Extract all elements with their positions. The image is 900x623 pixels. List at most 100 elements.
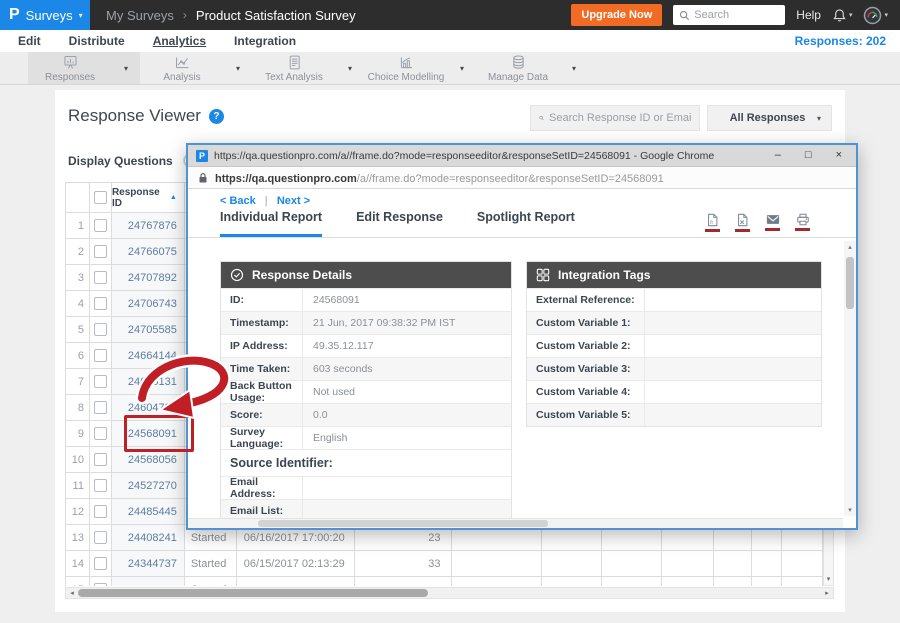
scroll-down-arrow-icon[interactable]: ▾ <box>844 506 856 514</box>
global-search-input[interactable] <box>694 9 774 21</box>
row-checkbox[interactable] <box>94 323 107 336</box>
scroll-down-arrow-icon[interactable]: ▾ <box>824 575 833 583</box>
tab-individual-report[interactable]: Individual Report <box>220 209 322 237</box>
table-horizontal-scrollbar[interactable]: ◂ ▸ <box>65 587 834 599</box>
status-cell: Started <box>185 551 237 577</box>
integration-tags-panel: Integration Tags External Reference:Cust… <box>526 261 822 427</box>
row-checkbox[interactable] <box>94 531 107 544</box>
row-checkbox[interactable] <box>94 583 107 586</box>
scroll-up-arrow-icon[interactable]: ▴ <box>844 243 856 251</box>
toolbar-responses-button[interactable]: Responses <box>28 52 112 84</box>
row-number: 12 <box>66 499 90 525</box>
popup-horizontal-scrollbar[interactable] <box>188 518 843 528</box>
toolbar-label: Choice Modelling <box>368 72 445 83</box>
minimize-button[interactable]: – <box>775 150 781 161</box>
row-number: 9 <box>66 421 90 447</box>
tab-edit-response[interactable]: Edit Response <box>356 209 443 237</box>
row-checkbox[interactable] <box>94 245 107 258</box>
menu-item-integration[interactable]: Integration <box>234 34 296 48</box>
response-id-link[interactable]: 24408241 <box>112 525 185 551</box>
toolbar-text-analysis-dropdown[interactable]: ▾ <box>336 52 364 84</box>
toolbar-choice-modelling-dropdown[interactable]: ▾ <box>448 52 476 84</box>
toolbar-responses-dropdown[interactable]: ▾ <box>112 52 140 84</box>
response-id-link[interactable]: 24485445 <box>112 499 185 525</box>
global-search[interactable] <box>673 5 785 25</box>
breadcrumb-parent[interactable]: My Surveys <box>106 8 174 23</box>
row-checkbox[interactable] <box>94 427 107 440</box>
menu-item-edit[interactable]: Edit <box>18 34 41 48</box>
row-checkbox[interactable] <box>94 453 107 466</box>
email-report-button[interactable] <box>765 213 780 232</box>
empty-cell <box>662 577 714 586</box>
response-search[interactable] <box>530 105 700 131</box>
menu-item-analytics[interactable]: Analytics <box>153 34 206 48</box>
address-bar[interactable]: https://qa.questionpro.com/a//frame.do?m… <box>188 167 856 189</box>
help-link[interactable]: Help <box>796 8 821 22</box>
account-menu-button[interactable]: ▾ <box>863 6 888 25</box>
select-all-checkbox[interactable] <box>94 191 107 204</box>
toolbar-unit-choice-modelling: Choice Modelling ▾ <box>364 52 476 84</box>
next-link[interactable]: Next > <box>277 195 310 207</box>
row-checkbox[interactable] <box>94 297 107 310</box>
toolbar-text-analysis-button[interactable]: Text Analysis <box>252 52 336 84</box>
detail-value <box>645 312 821 334</box>
row-checkbox[interactable] <box>94 219 107 232</box>
response-id-link[interactable]: 24706743 <box>112 291 185 317</box>
menu-item-distribute[interactable]: Distribute <box>69 34 125 48</box>
row-checkbox[interactable] <box>94 375 107 388</box>
row-checkbox[interactable] <box>94 401 107 414</box>
response-id-link[interactable]: 24527270 <box>112 473 185 499</box>
popup-vertical-scrollbar[interactable]: ▴ ▾ <box>844 241 856 516</box>
close-button[interactable]: × <box>836 150 842 161</box>
toolbar-analysis-dropdown[interactable]: ▾ <box>224 52 252 84</box>
page-title: Response Viewer <box>68 106 201 126</box>
upgrade-now-button[interactable]: Upgrade Now <box>571 4 662 26</box>
export-pdf-button[interactable]: a <box>705 213 720 232</box>
response-id-link[interactable]: 24767876 <box>112 213 185 239</box>
row-checkbox[interactable] <box>94 271 107 284</box>
response-id-link[interactable]: 24705585 <box>112 317 185 343</box>
help-badge-icon[interactable]: ? <box>209 109 224 124</box>
detail-row: Back Button Usage:Not used <box>221 380 511 403</box>
response-id-link[interactable]: 24707892 <box>112 265 185 291</box>
back-link[interactable]: < Back <box>220 195 256 207</box>
scroll-right-arrow-icon[interactable]: ▸ <box>821 589 833 597</box>
notifications-button[interactable]: ▾ <box>832 8 853 23</box>
toolbar-label: Text Analysis <box>265 72 323 83</box>
response-id-link[interactable]: 24766075 <box>112 239 185 265</box>
search-icon <box>679 10 690 21</box>
row-number: 6 <box>66 343 90 369</box>
scroll-left-arrow-icon[interactable]: ◂ <box>66 589 78 597</box>
scrollbar-thumb[interactable] <box>846 257 854 309</box>
window-title-bar[interactable]: P https://qa.questionpro.com/a//frame.do… <box>188 145 856 167</box>
row-checkbox-cell <box>90 577 112 586</box>
toolbar-analysis-button[interactable]: Analysis <box>140 52 224 84</box>
row-checkbox[interactable] <box>94 349 107 362</box>
row-checkbox[interactable] <box>94 557 107 570</box>
detail-label: Custom Variable 4: <box>527 381 645 403</box>
toolbar-manage-data-dropdown[interactable]: ▾ <box>560 52 588 84</box>
detail-value <box>645 335 821 357</box>
header-response-id[interactable]: Response ID▲ <box>112 183 185 213</box>
response-filter-dropdown[interactable]: All Responses ▾ <box>707 105 832 131</box>
tab-spotlight-report[interactable]: Spotlight Report <box>477 209 575 237</box>
scrollbar-thumb[interactable] <box>78 589 428 597</box>
toolbar-manage-data-button[interactable]: Manage Data <box>476 52 560 84</box>
sort-asc-icon: ▲ <box>170 194 177 201</box>
toolbar-choice-modelling-button[interactable]: Choice Modelling <box>364 52 448 84</box>
table-row: 1424344737Started06/15/2017 02:13:2933 <box>66 551 823 577</box>
response-id-link[interactable]: 24344737 <box>112 551 185 577</box>
response-search-input[interactable] <box>549 112 691 124</box>
print-button[interactable] <box>795 213 810 232</box>
product-switcher[interactable]: P Surveys ▾ <box>0 0 90 30</box>
export-excel-button[interactable] <box>735 213 750 232</box>
row-checkbox[interactable] <box>94 479 107 492</box>
detail-value: 24568091 <box>303 289 511 311</box>
response-id-link[interactable] <box>112 577 185 586</box>
value-cell: 33 <box>355 551 452 577</box>
maximize-button[interactable]: □ <box>805 150 812 161</box>
row-checkbox[interactable] <box>94 505 107 518</box>
survey-menu-bar: Edit Distribute Analytics Integration Re… <box>0 30 900 52</box>
scrollbar-thumb[interactable] <box>258 520 548 527</box>
top-bar: P Surveys ▾ My Surveys › Product Satisfa… <box>0 0 900 30</box>
